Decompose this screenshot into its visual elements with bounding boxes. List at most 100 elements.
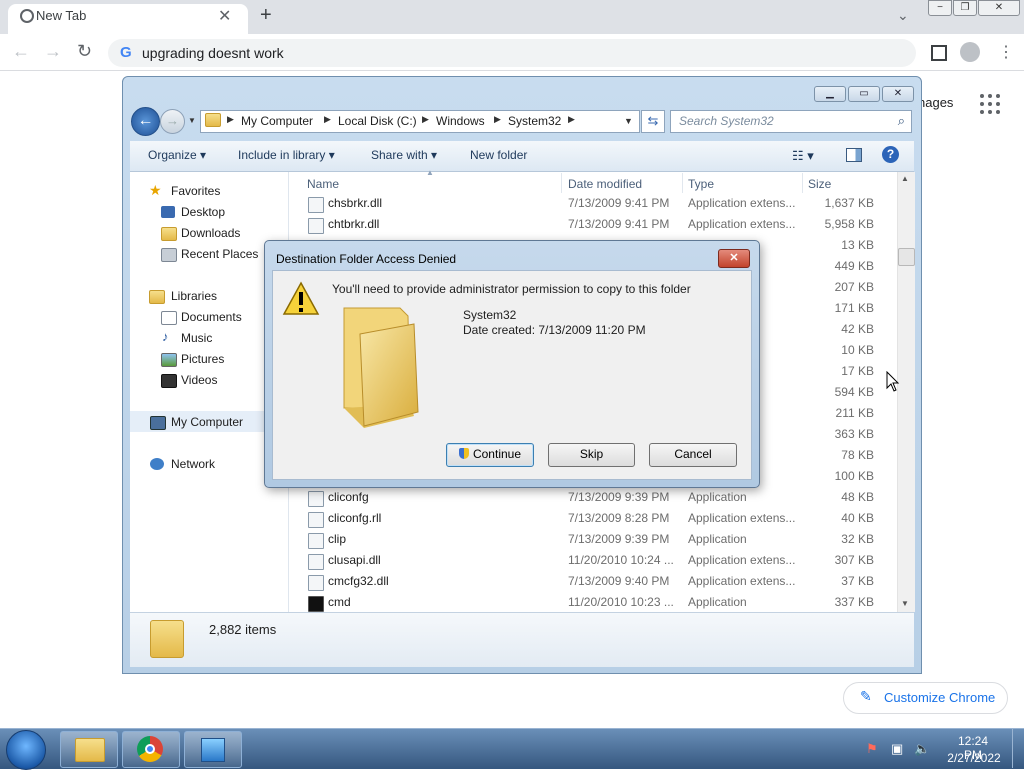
install-icon	[201, 738, 225, 762]
clock-date[interactable]: 2/27/2022	[946, 751, 1002, 765]
address-text[interactable]: upgrading doesnt work	[142, 45, 284, 61]
column-header-date[interactable]: Date modified	[568, 177, 642, 191]
nav-videos[interactable]: Videos	[181, 373, 217, 387]
restore-button[interactable]: ❐	[953, 0, 977, 16]
apps-grid-icon[interactable]	[980, 94, 1000, 114]
taskbar-explorer-button[interactable]	[60, 731, 118, 768]
forward-arrow-icon[interactable]: →	[44, 41, 62, 62]
file-size: 10 KB	[841, 343, 874, 357]
close-button[interactable]: ✕	[978, 0, 1020, 16]
start-button[interactable]	[6, 730, 46, 770]
volume-icon[interactable]: 🔈	[914, 741, 930, 757]
nav-desktop[interactable]: Desktop	[181, 205, 225, 219]
forward-button[interactable]: →	[160, 109, 185, 134]
recent-pages-arrow-icon[interactable]: ▼	[188, 116, 196, 125]
music-icon: ♪	[162, 329, 169, 344]
help-icon[interactable]: ?	[882, 146, 899, 163]
scroll-up-icon[interactable]: ▲	[901, 174, 909, 183]
nav-downloads[interactable]: Downloads	[181, 226, 240, 240]
reload-icon[interactable]: ↻	[77, 41, 92, 62]
share-with-menu[interactable]: Share with ▾	[371, 148, 437, 162]
breadcrumb-separator[interactable]: ▶	[494, 114, 501, 125]
file-date: 7/13/2009 9:39 PM	[568, 490, 670, 504]
nav-recent-places[interactable]: Recent Places	[181, 247, 258, 261]
breadcrumb-separator[interactable]: ▶	[568, 114, 575, 125]
file-icon	[308, 533, 324, 549]
file-size: 100 KB	[834, 469, 874, 483]
explorer-close-button[interactable]: ✕	[882, 86, 914, 102]
breadcrumb-system32[interactable]: System32	[508, 114, 561, 128]
nav-libraries[interactable]: Libraries	[171, 289, 217, 303]
back-arrow-icon[interactable]: ←	[12, 41, 30, 62]
libraries-icon	[149, 290, 165, 304]
action-center-icon[interactable]: ⚑	[866, 741, 878, 757]
column-header-name[interactable]: Name	[307, 177, 339, 191]
nav-my-computer[interactable]: My Computer	[171, 415, 243, 429]
cancel-button[interactable]: Cancel	[649, 443, 737, 467]
chrome-icon	[137, 736, 163, 762]
breadcrumb-separator[interactable]: ▶	[422, 114, 429, 125]
file-size: 1,637 KB	[824, 196, 874, 210]
network-tray-icon[interactable]: ▣	[891, 741, 903, 757]
tab-close-icon[interactable]: ✕	[218, 6, 231, 26]
nav-network[interactable]: Network	[171, 457, 215, 471]
breadcrumb-my-computer[interactable]: My Computer	[241, 114, 313, 128]
column-header-type[interactable]: Type	[688, 177, 714, 191]
scrollbar-thumb[interactable]	[898, 248, 915, 266]
explorer-minimize-button[interactable]: ▁	[814, 86, 846, 102]
show-desktop-button[interactable]	[1012, 729, 1024, 768]
column-divider[interactable]	[802, 173, 803, 193]
scroll-down-icon[interactable]: ▼	[901, 599, 909, 608]
images-link[interactable]: nages	[918, 95, 953, 110]
include-in-library-menu[interactable]: Include in library ▾	[238, 148, 335, 162]
column-header-size[interactable]: Size	[808, 177, 831, 191]
file-name: clusapi.dll	[328, 553, 381, 567]
column-divider[interactable]	[682, 173, 683, 193]
file-type: Application	[688, 532, 747, 546]
view-options-icon[interactable]: ☷ ▾	[792, 148, 814, 164]
column-divider[interactable]	[561, 173, 562, 193]
continue-button[interactable]: Continue	[446, 443, 534, 467]
back-button[interactable]: ←	[131, 107, 160, 136]
refresh-icon[interactable]: ⇆	[641, 110, 665, 133]
folder-large-icon	[150, 620, 184, 658]
explorer-maximize-button[interactable]: ▭	[848, 86, 880, 102]
chrome-tab-icon	[20, 9, 34, 23]
explorer-search-input[interactable]: Search System32 ⌕	[670, 110, 912, 133]
preview-pane-icon[interactable]	[846, 148, 862, 162]
search-icon[interactable]: ⌕	[898, 113, 905, 129]
file-type: Application	[688, 595, 747, 609]
chevron-down-icon[interactable]: ⌄	[897, 7, 909, 24]
taskbar-chrome-button[interactable]	[122, 731, 180, 768]
new-tab-button[interactable]: +	[260, 4, 272, 27]
breadcrumb-separator[interactable]: ▶	[227, 114, 234, 125]
minimize-button[interactable]: −	[928, 0, 952, 16]
skip-button[interactable]: Skip	[548, 443, 635, 467]
file-name: cmd	[328, 595, 351, 609]
file-date: 7/13/2009 9:40 PM	[568, 574, 670, 588]
videos-icon	[161, 374, 177, 388]
taskbar-app-button[interactable]	[184, 731, 242, 768]
documents-icon	[161, 311, 177, 325]
file-date: 7/13/2009 9:41 PM	[568, 196, 670, 210]
google-icon: G	[120, 44, 132, 61]
nav-music[interactable]: Music	[181, 331, 212, 345]
nav-favorites[interactable]: Favorites	[171, 184, 220, 198]
new-folder-button[interactable]: New folder	[470, 148, 527, 162]
dialog-close-button[interactable]: ✕	[718, 249, 750, 268]
address-dropdown-icon[interactable]: ▼	[624, 116, 633, 126]
more-menu-icon[interactable]: ⋮	[998, 42, 1014, 62]
nav-documents[interactable]: Documents	[181, 310, 242, 324]
breadcrumb-separator[interactable]: ▶	[324, 114, 331, 125]
side-panel-icon[interactable]	[931, 45, 947, 61]
organize-menu[interactable]: Organize ▾	[148, 148, 206, 162]
file-date: 11/20/2010 10:23 ...	[568, 595, 674, 609]
file-size: 48 KB	[841, 490, 874, 504]
customize-chrome-button[interactable]: ✎ Customize Chrome	[843, 682, 1008, 714]
file-size: 5,958 KB	[824, 217, 874, 231]
breadcrumb-windows[interactable]: Windows	[436, 114, 485, 128]
explorer-icon	[75, 738, 105, 762]
breadcrumb-local-disk[interactable]: Local Disk (C:)	[338, 114, 417, 128]
nav-pictures[interactable]: Pictures	[181, 352, 224, 366]
profile-avatar[interactable]	[960, 42, 980, 62]
